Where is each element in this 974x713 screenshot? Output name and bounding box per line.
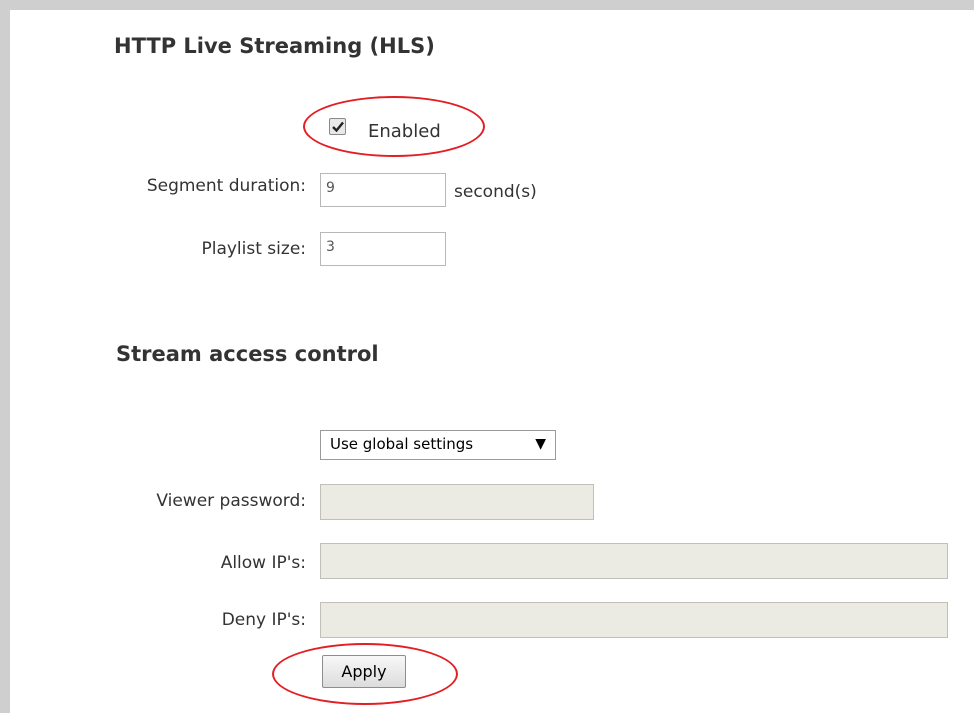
playlist-size-input[interactable]: 3 bbox=[320, 232, 446, 266]
access-mode-selected: Use global settings bbox=[330, 435, 474, 453]
segment-duration-input[interactable]: 9 bbox=[320, 173, 446, 207]
allow-ips-input[interactable] bbox=[320, 543, 948, 579]
checkmark-icon bbox=[332, 121, 344, 133]
enabled-checkbox[interactable] bbox=[329, 118, 346, 135]
segment-duration-label: Segment duration: bbox=[146, 176, 306, 196]
playlist-size-label: Playlist size: bbox=[201, 239, 306, 259]
deny-ips-label: Deny IP's: bbox=[221, 610, 306, 630]
viewer-password-label: Viewer password: bbox=[156, 491, 306, 511]
access-mode-select[interactable]: Use global settings ▼ bbox=[320, 430, 556, 460]
deny-ips-input[interactable] bbox=[320, 602, 948, 638]
segment-duration-unit: second(s) bbox=[454, 182, 537, 202]
apply-button[interactable]: Apply bbox=[322, 655, 406, 688]
hls-section-title: HTTP Live Streaming (HLS) bbox=[114, 34, 435, 58]
access-section-title: Stream access control bbox=[116, 342, 379, 366]
enabled-label: Enabled bbox=[368, 121, 441, 142]
triangle-down-icon: ▼ bbox=[535, 436, 546, 452]
allow-ips-label: Allow IP's: bbox=[220, 553, 306, 573]
viewer-password-input[interactable] bbox=[320, 484, 594, 520]
settings-panel: HTTP Live Streaming (HLS) Enabled Segmen… bbox=[0, 0, 974, 713]
